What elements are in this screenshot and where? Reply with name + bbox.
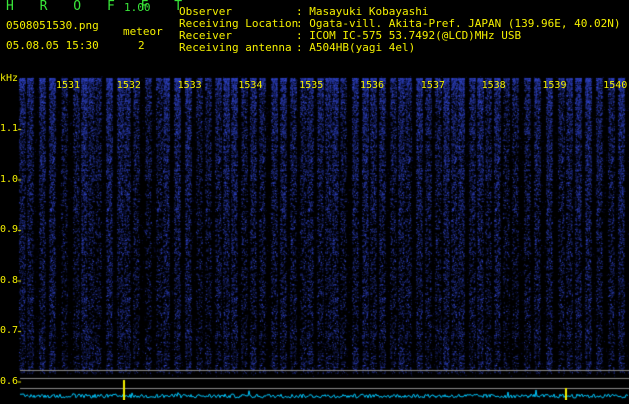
time-tick-label: 1532 bbox=[116, 80, 141, 91]
frequency-tick-label: 0.9 bbox=[0, 224, 19, 235]
frequency-tick-label: 0.7 bbox=[0, 325, 19, 336]
time-tick-label: 1538 bbox=[481, 80, 506, 91]
mode-label: meteor bbox=[123, 25, 163, 38]
receiver-value: : ICOM IC-575 53.7492(@LCD)MHz USB bbox=[296, 29, 522, 42]
antenna-label: Receiving antenna bbox=[179, 41, 292, 54]
receiver-label: Receiver bbox=[179, 29, 232, 42]
app-version: 1.00 bbox=[124, 1, 151, 14]
time-tick-label: 1536 bbox=[360, 80, 385, 91]
observer-label: Observer bbox=[179, 5, 232, 18]
mode-value: 2 bbox=[138, 39, 145, 52]
time-tick-label: 1535 bbox=[299, 80, 324, 91]
location-label: Receiving Location bbox=[179, 17, 299, 30]
file-name: 0508051530.png bbox=[6, 19, 99, 32]
time-tick-label: 1534 bbox=[238, 80, 263, 91]
time-tick-label: 1531 bbox=[56, 80, 81, 91]
observer-value: : Masayuki Kobayashi bbox=[296, 5, 429, 18]
time-tick-label: 1537 bbox=[420, 80, 445, 91]
app-title: H R O F F T bbox=[6, 0, 192, 14]
y-unit-label: kHz bbox=[0, 73, 19, 84]
time-tick-label: 1540 bbox=[603, 80, 628, 91]
antenna-value: : A504HB(yagi 4el) bbox=[296, 41, 416, 54]
spectrogram-canvas bbox=[0, 68, 629, 400]
spectrogram: kHz 1531 1532 1533 1534 1535 1536 1537 1538 1539… bbox=[0, 68, 629, 400]
time-tick-label: 1539 bbox=[542, 80, 567, 91]
location-value: : Ogata-vill. Akita-Pref. JAPAN (139.96E… bbox=[296, 17, 621, 30]
time-tick-label: 1533 bbox=[177, 80, 202, 91]
frequency-tick-label: 1.1 bbox=[0, 123, 19, 134]
date-time: 05.08.05 15:30 bbox=[6, 39, 99, 52]
frequency-tick-label: 0.6 bbox=[0, 375, 19, 387]
frequency-tick-label: 1.0 bbox=[0, 173, 19, 185]
frequency-tick-label: 0.8 bbox=[0, 274, 19, 286]
